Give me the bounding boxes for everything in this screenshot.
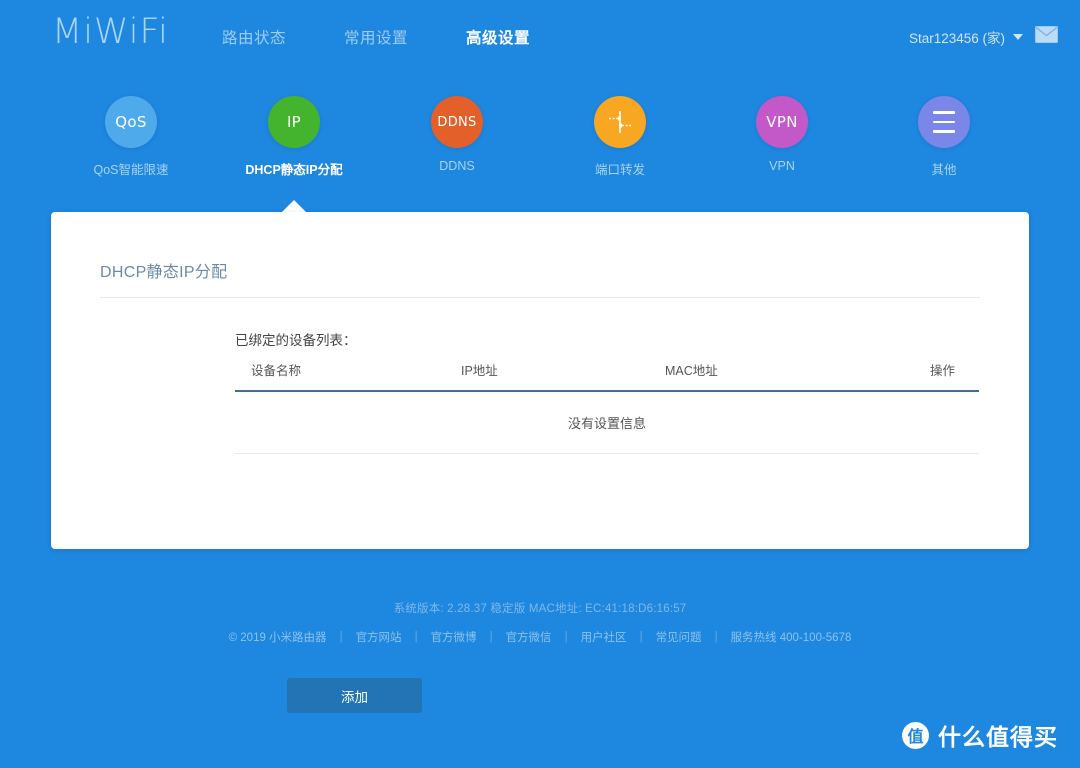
menu-item-ddns[interactable]: DDNS DDNS — [392, 96, 522, 173]
footer-link-community[interactable]: 用户社区 — [581, 629, 627, 645]
footer-copyright: © 2019 小米路由器 — [228, 632, 327, 644]
footer-separator: | — [564, 631, 568, 643]
vpn-icon: VPN — [756, 96, 808, 148]
column-header-mac-address: MAC地址 — [665, 364, 718, 378]
menu-label-port-forwarding: 端口转发 — [594, 163, 645, 177]
footer-separator: | — [489, 631, 493, 643]
footer-link-official-site[interactable]: 官方网站 — [356, 629, 402, 645]
add-button[interactable]: 添加 — [287, 678, 422, 713]
footer-separator: | — [639, 631, 643, 643]
menu-label-vpn: VPN — [769, 159, 795, 173]
nav-item-router-status[interactable]: 路由状态 — [222, 26, 286, 48]
smzdm-badge-icon: 值 — [902, 721, 929, 749]
table-header-row: 设备名称 IP地址 MAC地址 操作 — [235, 360, 979, 392]
top-header-bar: MiWiFi 路由状态 常用设置 高级设置 Star123456 (家) — [0, 0, 1080, 76]
footer-separator: | — [339, 631, 343, 643]
dhcp-ip-icon: IP — [268, 96, 320, 148]
menu-label-dhcp-static-ip: DHCP静态IP分配 — [245, 163, 343, 177]
advanced-settings-icon-menu: QoS QoS智能限速 IP DHCP静态IP分配 DDNS DDNS 端口转发… — [0, 96, 1080, 192]
footer-separator: | — [414, 631, 418, 643]
chevron-down-icon[interactable] — [1013, 34, 1023, 40]
column-header-ip-address: IP地址 — [461, 364, 498, 378]
footer-link-hotline[interactable]: 服务热线 400-100-5678 — [731, 629, 852, 645]
menu-item-other[interactable]: 其他 — [879, 96, 1009, 178]
footer-links: © 2019 小米路由器 | 官方网站 | 官方微博 | 官方微信 | 用户社区… — [0, 629, 1080, 645]
nav-item-common-settings[interactable]: 常用设置 — [344, 26, 408, 48]
qos-icon: QoS — [105, 96, 157, 148]
footer-link-faq[interactable]: 常见问题 — [656, 629, 702, 645]
bound-device-table: 设备名称 IP地址 MAC地址 操作 没有设置信息 — [235, 360, 979, 454]
nav-item-advanced-settings[interactable]: 高级设置 — [466, 26, 530, 48]
column-header-action: 操作 — [929, 364, 955, 378]
menu-label-qos: QoS智能限速 — [93, 163, 169, 177]
user-account-area: Star123456 (家) — [909, 26, 1058, 48]
title-divider — [100, 297, 980, 298]
smzdm-watermark: 值 什么值得买 — [902, 718, 1058, 752]
envelope-icon[interactable] — [1035, 26, 1058, 48]
bound-device-list-label: 已绑定的设备列表： — [235, 333, 357, 348]
user-name-label: Star123456 (家) — [908, 31, 1005, 46]
footer-link-weibo[interactable]: 官方微博 — [431, 629, 477, 645]
footer-separator: | — [714, 631, 718, 643]
menu-label-other: 其他 — [931, 163, 957, 177]
smzdm-watermark-text: 什么值得买 — [938, 724, 1058, 750]
footer-version-info: 系统版本: 2.28.37 稳定版 MAC地址: EC:41:18:D6:16:… — [393, 603, 687, 615]
menu-item-vpn[interactable]: VPN VPN — [717, 96, 847, 173]
menu-item-port-forwarding[interactable]: 端口转发 — [555, 96, 685, 178]
page-footer: 系统版本: 2.28.37 稳定版 MAC地址: EC:41:18:D6:16:… — [0, 600, 1080, 645]
page-title: DHCP静态IP分配 — [100, 264, 228, 281]
primary-nav: 路由状态 常用设置 高级设置 — [222, 26, 530, 48]
footer-link-wechat[interactable]: 官方微信 — [506, 629, 552, 645]
port-forward-icon — [594, 96, 646, 148]
table-empty-state: 没有设置信息 — [235, 392, 979, 454]
menu-label-ddns: DDNS — [439, 159, 475, 173]
content-card: DHCP静态IP分配 已绑定的设备列表： 设备名称 IP地址 MAC地址 操作 … — [51, 212, 1029, 713]
ddns-icon: DDNS — [431, 96, 483, 148]
column-header-device-name: 设备名称 — [251, 364, 302, 378]
menu-item-qos[interactable]: QoS QoS智能限速 — [66, 96, 196, 178]
menu-item-dhcp-static-ip[interactable]: IP DHCP静态IP分配 — [229, 96, 359, 178]
miwifi-logo[interactable]: MiWiFi — [52, 12, 169, 52]
more-menu-icon — [918, 96, 970, 148]
